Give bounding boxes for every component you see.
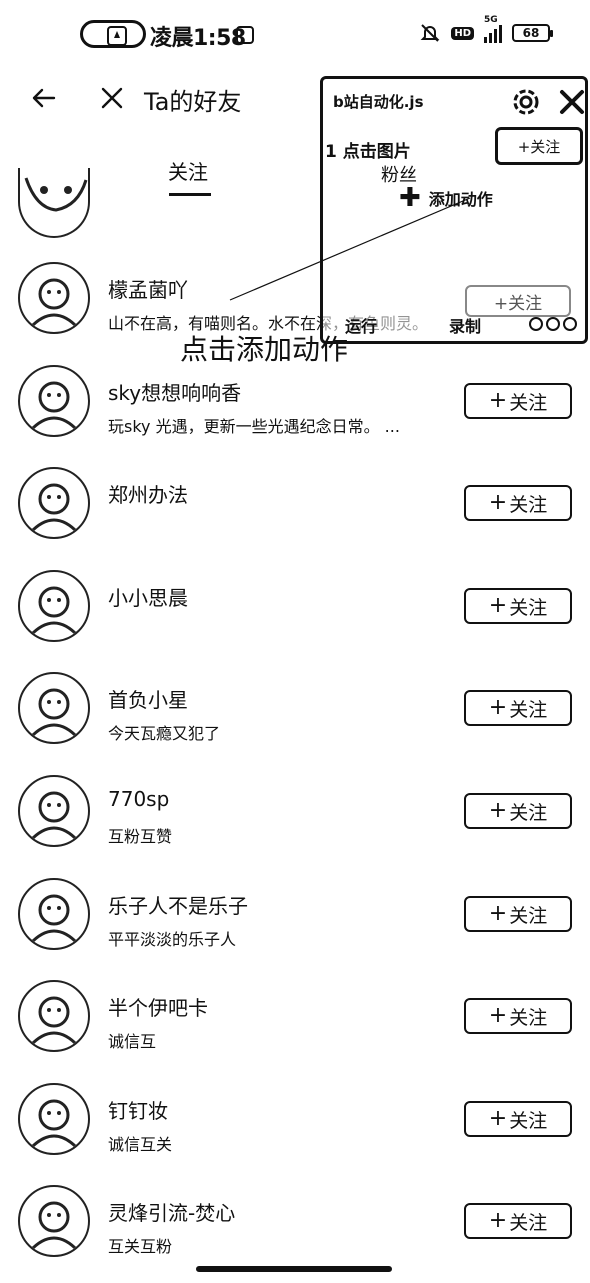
user-bio: 玩sky 光遇，更新一些光遇纪念日常。 ...: [108, 417, 400, 436]
follow-label: 关注: [509, 493, 548, 516]
battery-level: 68: [522, 26, 540, 40]
avatar[interactable]: [18, 1083, 90, 1155]
page-title: Ta的好友: [144, 88, 242, 116]
list-item[interactable]: 首负小星今天瓦瘾又犯了 + 关注: [0, 670, 590, 770]
status-bar: 凌晨1:58 HD 5G 68: [0, 15, 590, 54]
automation-panel[interactable]: b站自动化.js 1 点击图片 +关注 粉丝 ✚ 添加动作 +关注 运行 录制: [320, 76, 588, 344]
user-name[interactable]: 郑州办法: [108, 479, 188, 508]
plus-icon: +: [488, 1003, 508, 1028]
script-title: b站自动化.js: [333, 93, 424, 111]
avatar[interactable]: [18, 1185, 90, 1257]
close-icon[interactable]: [557, 87, 587, 117]
panel-toolbar: 运行 录制: [343, 313, 579, 339]
target-follow-button[interactable]: +关注: [495, 127, 583, 165]
follow-label: 关注: [509, 698, 548, 721]
follow-label: 关注: [509, 1211, 548, 1234]
back-arrow-icon[interactable]: [28, 82, 60, 114]
plus-icon: +: [488, 1208, 508, 1233]
follow-button[interactable]: + 关注: [464, 998, 572, 1034]
record-button[interactable]: 录制: [449, 313, 481, 337]
avatar[interactable]: [18, 168, 90, 238]
follow-button[interactable]: + 关注: [464, 383, 572, 419]
list-item[interactable]: 郑州办法 + 关注: [0, 465, 590, 565]
hint-text: 点击添加动作: [180, 333, 349, 366]
tab-indicator: [169, 193, 211, 196]
follow-button[interactable]: + 关注: [464, 588, 572, 624]
battery-icon: 68: [512, 24, 553, 42]
step-label: 1 点击图片: [325, 142, 411, 162]
follow-label: 关注: [509, 1109, 548, 1132]
plus-icon: +: [488, 1106, 508, 1131]
user-name[interactable]: 半个伊吧卡: [108, 992, 208, 1021]
follow-label: 关注: [509, 801, 548, 824]
notification-icon: [236, 26, 254, 44]
follow-button[interactable]: + 关注: [464, 690, 572, 726]
plus-icon: +: [488, 490, 508, 515]
avatar[interactable]: [18, 570, 90, 642]
plus-icon: +: [488, 388, 508, 413]
user-bio: 诚信互: [108, 1032, 157, 1051]
user-name[interactable]: 770sp: [108, 787, 169, 811]
home-indicator[interactable]: [196, 1266, 392, 1272]
network-label: 5G: [484, 15, 498, 25]
avatar[interactable]: [18, 980, 90, 1052]
user-bio: 互关互粉: [108, 1237, 173, 1256]
hd-badge: HD: [451, 26, 474, 40]
avatar[interactable]: [18, 467, 90, 539]
list-item[interactable]: sky想想响响香玩sky 光遇，更新一些光遇纪念日常。 ... + 关注: [0, 363, 590, 463]
user-name[interactable]: 钉钉妆: [108, 1095, 168, 1124]
user-name[interactable]: 乐子人不是乐子: [108, 890, 248, 919]
follow-button[interactable]: + 关注: [464, 1203, 572, 1239]
list-item[interactable]: 乐子人不是乐子平平淡淡的乐子人 + 关注: [0, 876, 590, 976]
user-bio: 平平淡淡的乐子人: [108, 930, 237, 949]
status-time: 凌晨1:58: [150, 26, 246, 51]
mute-bell-icon: [420, 24, 440, 42]
plus-icon: +: [488, 593, 508, 618]
follow-button[interactable]: + 关注: [464, 1101, 572, 1137]
run-button[interactable]: 运行: [345, 313, 377, 337]
gear-icon[interactable]: [509, 85, 543, 119]
screen-record-pill[interactable]: [80, 20, 146, 48]
plus-icon: +: [488, 798, 508, 823]
add-action-label: 添加动作: [428, 190, 493, 209]
plus-icon: +: [488, 695, 508, 720]
follow-button[interactable]: + 关注: [464, 896, 572, 932]
user-bio: 诚信互关: [108, 1135, 173, 1154]
list-item[interactable]: 小小思晨 + 关注: [0, 568, 590, 668]
plus-icon: ✚: [399, 183, 421, 213]
plus-icon: +: [488, 901, 508, 926]
list-item[interactable]: 钉钉妆诚信互关 + 关注: [0, 1081, 590, 1181]
upload-icon: [107, 26, 127, 46]
list-item[interactable]: 770sp 互粉互赞 + 关注: [0, 773, 590, 873]
user-name[interactable]: sky想想响响香: [108, 377, 241, 406]
tab-following[interactable]: 关注: [168, 156, 208, 185]
user-name[interactable]: 灵烽引流-焚心: [108, 1197, 235, 1226]
user-name[interactable]: 首负小星: [108, 684, 188, 713]
user-name[interactable]: 檬孟菌吖: [108, 274, 188, 303]
user-name[interactable]: 小小思晨: [108, 582, 188, 611]
user-bio: 今天瓦瘾又犯了: [108, 724, 221, 743]
avatar[interactable]: [18, 365, 90, 437]
follow-label: 关注: [509, 391, 548, 414]
list-item[interactable]: 半个伊吧卡诚信互 + 关注: [0, 978, 590, 1078]
signal-icon: 5G: [484, 15, 502, 43]
status-icons: HD 5G 68: [419, 15, 553, 44]
follow-button[interactable]: + 关注: [464, 485, 572, 521]
follow-label: 关注: [509, 596, 548, 619]
follow-label: 关注: [509, 1006, 548, 1029]
follow-button[interactable]: + 关注: [464, 793, 572, 829]
avatar[interactable]: [18, 878, 90, 950]
close-icon[interactable]: [96, 82, 128, 114]
avatar[interactable]: [18, 672, 90, 744]
more-icon[interactable]: [529, 317, 577, 331]
add-action-button[interactable]: ✚ 添加动作: [399, 185, 493, 211]
avatar[interactable]: [18, 775, 90, 847]
user-bio: 互粉互赞: [108, 827, 173, 846]
avatar[interactable]: [18, 262, 90, 334]
follow-label: 关注: [509, 904, 548, 927]
